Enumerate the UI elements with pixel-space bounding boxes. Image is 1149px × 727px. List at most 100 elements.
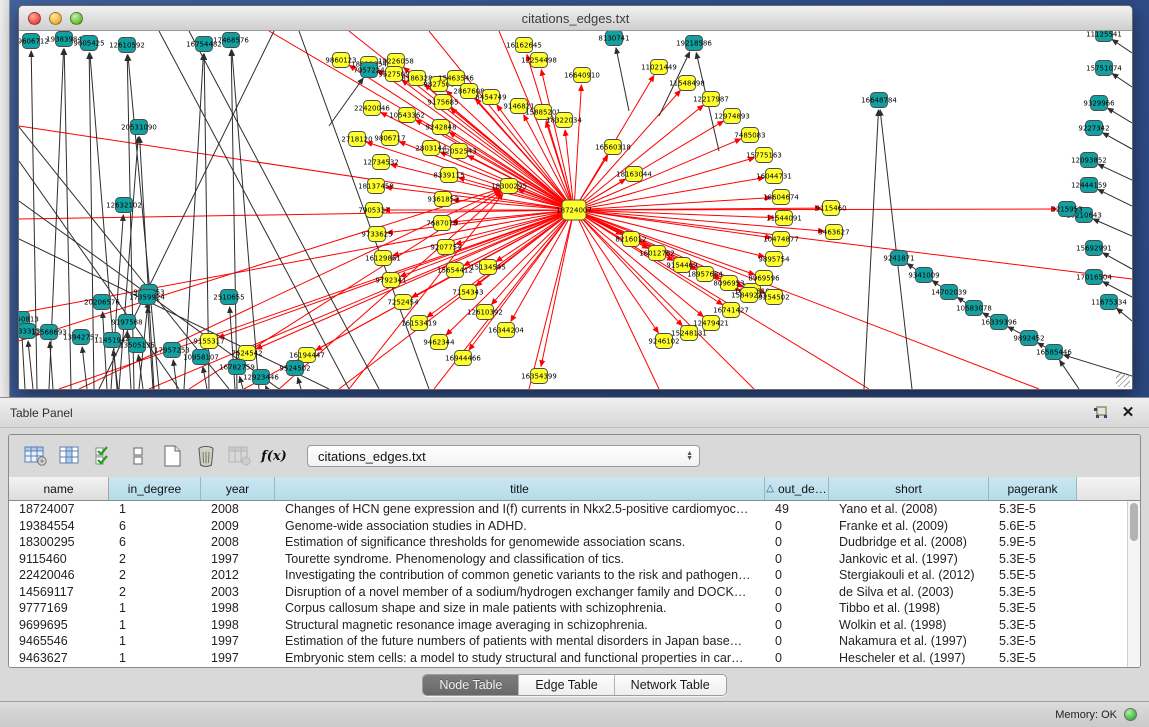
graph-edge-red[interactable]: [565, 130, 574, 210]
vertical-scrollbar[interactable]: [1127, 501, 1140, 668]
table-cell-name[interactable]: 22420046: [9, 568, 109, 582]
graph-edge-black[interactable]: [329, 78, 363, 126]
table-cell-out_degree[interactable]: 0: [765, 535, 829, 549]
table-cell-pagerank[interactable]: 5.3E-5: [989, 618, 1077, 632]
table-cell-short[interactable]: Jankovic et al. (1997): [829, 552, 989, 566]
network-table-selector[interactable]: citations_edges.txt ▲▼: [307, 445, 700, 467]
graph-edge-red[interactable]: [574, 198, 771, 210]
table-cell-in_degree[interactable]: 6: [109, 519, 201, 533]
table-cell-in_degree[interactable]: 1: [109, 618, 201, 632]
table-cell-year[interactable]: 1997: [201, 634, 275, 648]
graph-edge-red[interactable]: [393, 210, 574, 256]
row-height-button[interactable]: [123, 442, 153, 470]
table-cell-name[interactable]: 19384554: [9, 519, 109, 533]
table-cell-year[interactable]: 2012: [201, 568, 275, 582]
graph-edge-black[interactable]: [1093, 219, 1132, 236]
table-cell-name[interactable]: 9465546: [9, 634, 109, 648]
table-cell-name[interactable]: 14569117: [9, 585, 109, 599]
table-cell-pagerank[interactable]: 5.3E-5: [989, 585, 1077, 599]
graph-edge-red[interactable]: [574, 121, 723, 210]
table-cell-name[interactable]: 9463627: [9, 651, 109, 665]
table-cell-year[interactable]: 1997: [201, 552, 275, 566]
table-cell-out_degree[interactable]: 49: [765, 502, 829, 516]
table-cell-title[interactable]: Estimation of significance thresholds fo…: [275, 535, 765, 549]
table-cell-year[interactable]: 1998: [201, 601, 275, 615]
tab-node-table[interactable]: Node Table: [423, 675, 519, 695]
table-cell-in_degree[interactable]: 1: [109, 651, 201, 665]
close-window-button[interactable]: [28, 12, 41, 25]
table-cell-out_degree[interactable]: 0: [765, 618, 829, 632]
table-cell-pagerank[interactable]: 5.3E-5: [989, 502, 1077, 516]
column-header-pagerank[interactable]: pagerank: [989, 477, 1077, 500]
window-resize-grip[interactable]: [1116, 373, 1130, 387]
graph-edge-black[interactable]: [1060, 360, 1079, 389]
table-row[interactable]: 1830029562008Estimation of significance …: [9, 534, 1140, 551]
table-cell-short[interactable]: Hescheler et al. (1997): [829, 651, 989, 665]
table-cell-name[interactable]: 9699695: [9, 618, 109, 632]
column-header-in_degree[interactable]: in_degree: [109, 477, 201, 500]
table-mode-button[interactable]: [21, 442, 51, 470]
graph-edge-red[interactable]: [529, 210, 574, 389]
graph-edge-black[interactable]: [616, 48, 629, 111]
table-row[interactable]: 977716911998Corpus callosum shape and si…: [9, 600, 1140, 617]
column-header-short[interactable]: short: [829, 477, 989, 500]
graph-edge-black[interactable]: [82, 347, 87, 389]
graph-edge-black[interactable]: [1098, 164, 1132, 180]
graph-edge-red[interactable]: [449, 132, 574, 210]
graph-edge-black[interactable]: [230, 307, 235, 389]
table-cell-pagerank[interactable]: 5.3E-5: [989, 601, 1077, 615]
table-cell-year[interactable]: 2008: [201, 535, 275, 549]
show-columns-button[interactable]: [55, 442, 85, 470]
table-cell-pagerank[interactable]: 5.6E-5: [989, 519, 1077, 533]
graph-edge-red[interactable]: [464, 210, 574, 265]
table-cell-pagerank[interactable]: 5.5E-5: [989, 568, 1077, 582]
table-cell-out_degree[interactable]: 0: [765, 601, 829, 615]
delete-column-button[interactable]: [191, 442, 221, 470]
table-cell-out_degree[interactable]: 0: [765, 651, 829, 665]
table-row[interactable]: 969969511998Structural magnetic resonanc…: [9, 617, 1140, 634]
graph-edge-black[interactable]: [265, 386, 267, 389]
network-canvas[interactable]: 1872400798601231891295418226058952750981…: [19, 31, 1132, 389]
table-cell-out_degree[interactable]: 0: [765, 519, 829, 533]
function-builder-button[interactable]: f(x): [259, 442, 289, 470]
table-cell-short[interactable]: Wolkin et al. (1998): [829, 618, 989, 632]
graph-edge-black[interactable]: [864, 110, 878, 389]
column-header-title[interactable]: title: [275, 477, 765, 500]
minimize-window-button[interactable]: [49, 12, 62, 25]
graph-edge-black[interactable]: [1103, 253, 1132, 269]
select-columns-button[interactable]: [89, 442, 119, 470]
column-header-out_degree[interactable]: △out_de…: [765, 477, 829, 500]
table-cell-title[interactable]: Embryonic stem cells: a model to study s…: [275, 651, 765, 665]
tab-edge-table[interactable]: Edge Table: [519, 675, 614, 695]
table-cell-title[interactable]: Investigating the contribution of common…: [275, 568, 765, 582]
table-row[interactable]: 2242004622012Investigating the contribut…: [9, 567, 1140, 584]
graph-edge-black[interactable]: [1108, 108, 1132, 123]
table-cell-title[interactable]: Estimation of the future numbers of pati…: [275, 634, 765, 648]
table-cell-year[interactable]: 2003: [201, 585, 275, 599]
table-row[interactable]: 1872400712008Changes of HCN gene express…: [9, 501, 1140, 518]
table-cell-title[interactable]: Genome-wide association studies in ADHD.: [275, 519, 765, 533]
graph-edge-black[interactable]: [28, 341, 33, 389]
table-cell-out_degree[interactable]: 0: [765, 552, 829, 566]
table-cell-year[interactable]: 2009: [201, 519, 275, 533]
graph-edge-red[interactable]: [574, 210, 1132, 279]
table-cell-in_degree[interactable]: 2: [109, 585, 201, 599]
table-cell-name[interactable]: 9777169: [9, 601, 109, 615]
table-row[interactable]: 911546021997Tourette syndrome. Phenomeno…: [9, 551, 1140, 568]
table-cell-short[interactable]: Yano et al. (2008): [829, 502, 989, 516]
table-row[interactable]: 1456911722003Disruption of a novel membe…: [9, 584, 1140, 601]
table-cell-in_degree[interactable]: 1: [109, 634, 201, 648]
table-cell-year[interactable]: 1997: [201, 651, 275, 665]
table-cell-in_degree[interactable]: 1: [109, 502, 201, 516]
graph-edge-black[interactable]: [1117, 308, 1132, 321]
table-cell-out_degree[interactable]: 0: [765, 568, 829, 582]
graph-edge-black[interactable]: [1112, 40, 1132, 53]
scrollbar-thumb[interactable]: [1130, 503, 1138, 541]
table-cell-name[interactable]: 18724007: [9, 502, 109, 516]
graph-edge-red[interactable]: [574, 105, 703, 210]
new-column-button[interactable]: [157, 442, 187, 470]
table-cell-short[interactable]: Dudbridge et al. (2008): [829, 535, 989, 549]
table-cell-out_degree[interactable]: 0: [765, 634, 829, 648]
table-cell-year[interactable]: 1998: [201, 618, 275, 632]
table-row[interactable]: 1938455462009Genome-wide association stu…: [9, 518, 1140, 535]
